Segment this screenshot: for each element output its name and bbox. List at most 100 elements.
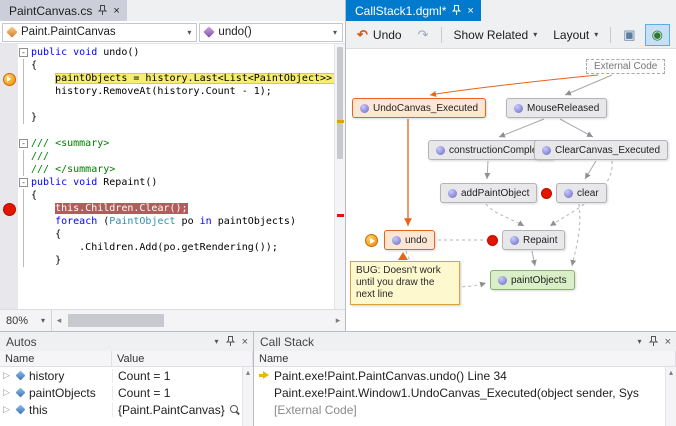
editor-vertical-scrollbar[interactable] xyxy=(334,44,345,309)
fold-collapse-box[interactable] xyxy=(18,176,31,189)
code-line[interactable] xyxy=(0,124,345,137)
window-position-icon[interactable]: ▾ xyxy=(638,337,642,346)
watch-value-cell[interactable]: Count = 1 xyxy=(112,369,241,383)
tab-paintcanvas-cs[interactable]: PaintCanvas.cs × xyxy=(0,0,127,21)
watch-value-cell[interactable]: {Paint.PaintCanvas}▾ xyxy=(112,403,241,417)
graph-node-MouseReleased[interactable]: MouseReleased xyxy=(506,98,607,118)
code-token: } xyxy=(31,112,37,123)
frame-text: Paint.exe!Paint.PaintCanvas.undo() Line … xyxy=(274,369,507,383)
type-dropdown[interactable]: Paint.PaintCanvas ▾ xyxy=(2,23,197,42)
scrollbar-thumb[interactable] xyxy=(68,314,164,327)
external-code-group-label[interactable]: External Code xyxy=(586,59,665,74)
code-line[interactable] xyxy=(0,98,345,111)
close-icon[interactable]: × xyxy=(242,336,248,348)
redo-button[interactable]: ↷ xyxy=(411,24,436,46)
pin-icon[interactable] xyxy=(98,5,107,16)
scrollbar-track[interactable] xyxy=(66,310,331,331)
code-editor-surface[interactable]: public void undo(){ paintObjects = histo… xyxy=(0,44,345,309)
code-line[interactable]: .Children.Add(po.getRendering()); xyxy=(0,241,345,254)
graph-node-paintObjects[interactable]: paintObjects xyxy=(490,270,575,290)
call-stack-frame[interactable]: Paint.exe!Paint.PaintCanvas.undo() Line … xyxy=(254,367,664,384)
graph-node-ClearCanvas_Executed[interactable]: ClearCanvas_Executed xyxy=(534,140,668,160)
code-line[interactable]: public void Repaint() xyxy=(0,176,345,189)
member-dropdown[interactable]: undo() ▾ xyxy=(199,23,343,42)
fold-margin xyxy=(18,241,31,254)
show-external-code-button[interactable]: ◉ xyxy=(645,24,670,46)
call-stack-vertical-scrollbar[interactable]: ▴ xyxy=(665,367,676,426)
fold-minus-icon[interactable] xyxy=(19,139,28,148)
code-line[interactable]: { xyxy=(0,189,345,202)
watch-name-cell: ▷this xyxy=(0,403,112,417)
code-line[interactable]: foreach (PaintObject po in paintObjects) xyxy=(0,215,345,228)
pin-icon[interactable] xyxy=(452,5,461,16)
undo-button[interactable]: ↶ Undo xyxy=(350,24,409,46)
code-line[interactable]: } xyxy=(0,111,345,124)
editor-horizontal-scrollbar[interactable]: ◂ ▸ xyxy=(52,310,345,331)
indicator-margin xyxy=(0,46,18,59)
fold-minus-icon[interactable] xyxy=(19,178,28,187)
fold-minus-icon[interactable] xyxy=(19,48,28,57)
autos-title-bar[interactable]: Autos ▾ × xyxy=(0,332,253,351)
watch-row-history[interactable]: ▷historyCount = 1 xyxy=(0,367,241,384)
code-line[interactable]: } xyxy=(0,254,345,267)
close-icon[interactable]: × xyxy=(113,6,119,16)
close-icon[interactable]: × xyxy=(665,336,671,348)
graph-node-undo[interactable]: undo xyxy=(384,230,435,250)
graph-node-clear[interactable]: clear xyxy=(556,183,607,203)
layout-label: Layout xyxy=(553,28,589,42)
bug-annotation-note[interactable]: BUG: Doesn't work until you draw the nex… xyxy=(350,261,460,305)
scroll-right-icon[interactable]: ▸ xyxy=(331,315,345,326)
graph-node-UndoCanvas_Executed[interactable]: UndoCanvas_Executed xyxy=(352,98,486,118)
layout-dropdown[interactable]: Layout ▾ xyxy=(546,24,605,46)
node-sphere-icon xyxy=(514,104,523,113)
call-stack-title-bar[interactable]: Call Stack ▾ × xyxy=(254,332,676,351)
go-to-code-definition-button[interactable]: ▣ xyxy=(616,24,642,46)
code-line[interactable]: this.Children.Clear(); xyxy=(0,202,345,215)
fold-collapse-box[interactable] xyxy=(18,137,31,150)
code-line[interactable]: /// <summary> xyxy=(0,137,345,150)
code-line[interactable]: history.RemoveAt(history.Count - 1); xyxy=(0,85,345,98)
call-stack-frame[interactable]: [External Code] xyxy=(254,401,664,418)
node-sphere-icon xyxy=(510,236,519,245)
call-stack-frame[interactable]: Paint.exe!Paint.Window1.UndoCanvas_Execu… xyxy=(254,384,664,401)
code-line[interactable]: /// xyxy=(0,150,345,163)
pin-icon[interactable] xyxy=(226,336,235,347)
fold-collapse-box[interactable] xyxy=(18,46,31,59)
breakpoint-icon[interactable] xyxy=(0,202,18,215)
scroll-left-icon[interactable]: ◂ xyxy=(52,315,66,326)
scroll-up-icon[interactable]: ▴ xyxy=(666,367,676,378)
code-token: paintObjects) xyxy=(212,216,296,227)
code-line[interactable]: paintObjects = history.Last<List<PaintOb… xyxy=(0,72,345,85)
magnifier-icon[interactable] xyxy=(229,404,240,415)
code-line[interactable]: /// </summary> xyxy=(0,163,345,176)
graph-canvas[interactable]: External Code UndoCanvas_Executed MouseRe… xyxy=(346,49,676,331)
pin-icon[interactable] xyxy=(649,336,658,347)
close-icon[interactable]: × xyxy=(467,6,473,16)
breakpoint-dot[interactable] xyxy=(487,235,498,246)
current-statement-icon[interactable] xyxy=(0,72,18,85)
watch-row-paintObjects[interactable]: ▷paintObjectsCount = 1 xyxy=(0,384,241,401)
code-line[interactable]: public void undo() xyxy=(0,46,345,59)
expand-arrow-icon[interactable]: ▷ xyxy=(3,370,13,381)
column-header-name: Name xyxy=(254,351,676,366)
code-line[interactable]: { xyxy=(0,228,345,241)
code-line[interactable]: { xyxy=(0,59,345,72)
show-related-dropdown[interactable]: Show Related ▾ xyxy=(447,24,545,46)
expand-arrow-icon[interactable]: ▷ xyxy=(3,404,13,415)
node-label: constructionComplete xyxy=(449,145,546,156)
graph-node-addPaintObject[interactable]: addPaintObject xyxy=(440,183,537,203)
fold-margin xyxy=(18,124,31,137)
window-position-icon[interactable]: ▾ xyxy=(215,337,219,346)
breakpoint-dot[interactable] xyxy=(541,188,552,199)
tab-callstack-dgml[interactable]: CallStack1.dgml* × xyxy=(346,0,481,21)
watch-value-cell[interactable]: Count = 1 xyxy=(112,386,241,400)
graph-node-Repaint[interactable]: Repaint xyxy=(502,230,565,250)
autos-vertical-scrollbar[interactable]: ▴ xyxy=(242,367,253,426)
watch-row-this[interactable]: ▷this{Paint.PaintCanvas}▾ xyxy=(0,401,241,418)
scroll-up-icon[interactable]: ▴ xyxy=(243,367,253,378)
code-text: { xyxy=(31,189,345,202)
expand-arrow-icon[interactable]: ▷ xyxy=(3,387,13,398)
note-pointer-icon xyxy=(398,252,408,260)
scrollbar-thumb[interactable] xyxy=(337,47,343,159)
zoom-dropdown[interactable]: 80% ▾ xyxy=(0,310,52,331)
